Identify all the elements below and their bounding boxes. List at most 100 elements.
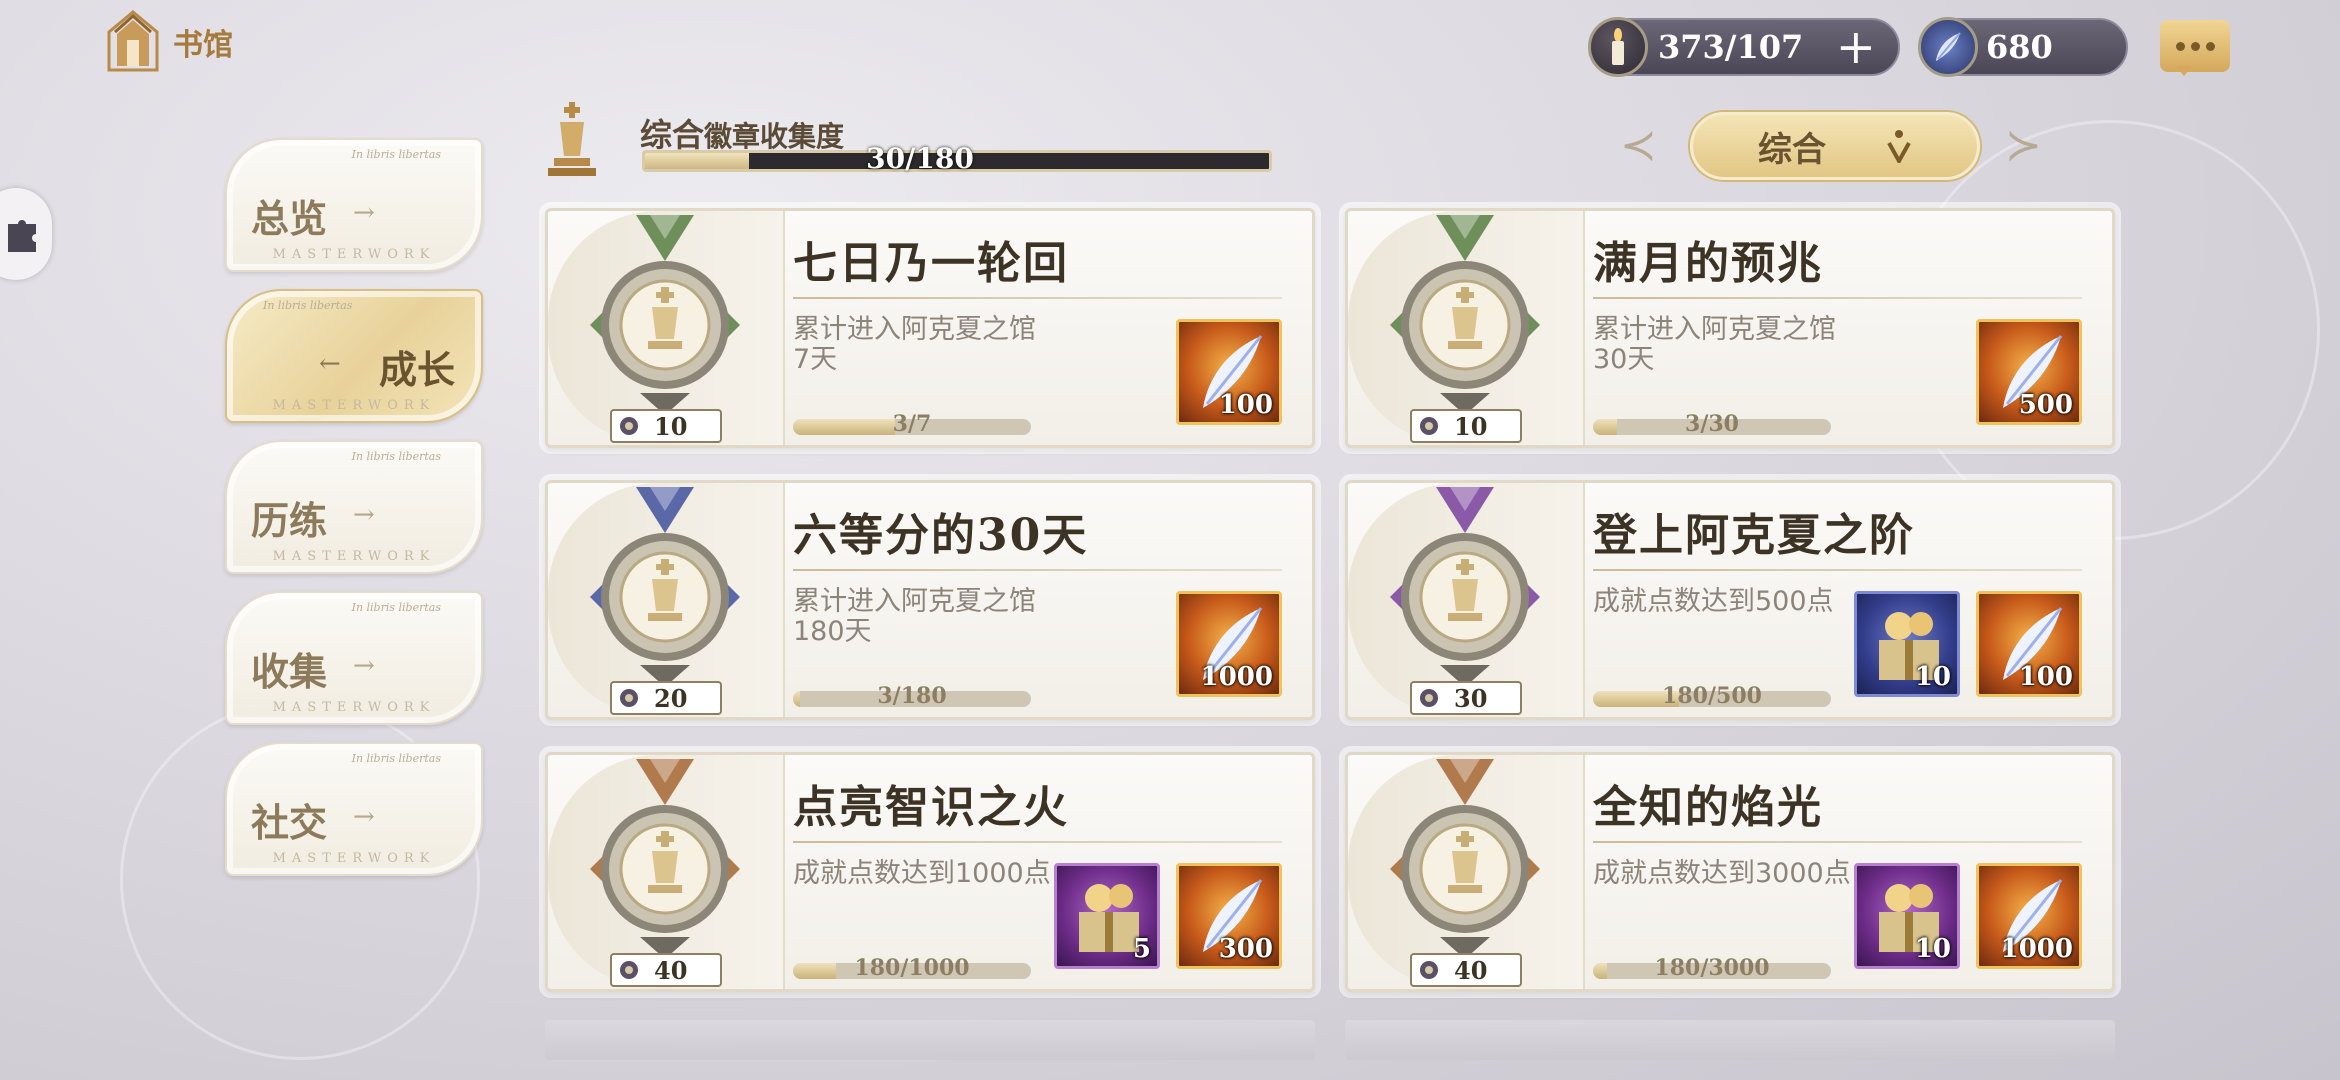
reward-item[interactable]: 500 (1976, 319, 2082, 425)
nav-item-overview[interactable]: In libris libertas 总览 → MASTERWORK (225, 138, 483, 272)
nav-tagline: In libris libertas (351, 148, 441, 161)
chat-button[interactable] (2160, 20, 2230, 76)
achievement-progress-text: 180/3000 (1654, 955, 1770, 981)
achievement-points: 30 (1410, 681, 1522, 715)
achievement-title: 满月的预兆 (1593, 238, 1823, 289)
reward-quantity: 300 (1218, 934, 1273, 964)
achievement-description: 成就点数达到500点 (1593, 586, 1834, 617)
achievement-points: 40 (610, 953, 722, 987)
nav-masterwork: MASTERWORK (272, 398, 436, 413)
achievement-card[interactable]: 10 七日乃一轮回 累计进入阿克夏之馆7天 3/7 100 (545, 208, 1315, 448)
nav-tagline: In libris libertas (263, 299, 353, 312)
medal-icon (1390, 215, 1540, 415)
achievement-card[interactable]: 10 满月的预兆 累计进入阿克夏之馆30天 3/30 500 (1345, 208, 2115, 448)
candle-count: 373/107 (1658, 28, 1804, 66)
nav-item-experience[interactable]: In libris libertas 历练 → MASTERWORK (225, 440, 483, 574)
achievement-card[interactable]: 20 六等分的30天 累计进入阿克夏之馆180天 3/180 1000 (545, 480, 1315, 720)
divider (793, 569, 1282, 571)
achievement-points-value: 40 (1454, 955, 1488, 985)
reward-item[interactable]: 100 (1176, 319, 1282, 425)
nav-masterwork: MASTERWORK (272, 549, 436, 564)
reward-quantity: 10 (1914, 934, 1951, 964)
side-puzzle-tab[interactable] (0, 188, 52, 280)
reward-quantity: 10 (1914, 662, 1951, 692)
point-icon (620, 961, 638, 979)
home-button[interactable]: 书馆 (105, 10, 233, 74)
divider (1593, 297, 2082, 299)
filter-dropdown[interactable]: 综合 (1690, 112, 1980, 180)
nav-masterwork: MASTERWORK (272, 851, 436, 866)
reward-item[interactable]: 1000 (1976, 863, 2082, 969)
nav-item-label: 历练 (251, 498, 328, 543)
achievement-title: 六等分的30天 (793, 510, 1089, 561)
achievement-points-value: 10 (1454, 411, 1488, 441)
achievement-title: 七日乃一轮回 (793, 238, 1069, 289)
nav-tagline: In libris libertas (351, 601, 441, 614)
puzzle-icon (8, 220, 36, 252)
achievement-title: 点亮智识之火 (793, 782, 1069, 833)
nav-item-label: 总览 (251, 196, 328, 241)
achievement-description: 累计进入阿克夏之馆7天 (793, 314, 1036, 375)
dot (2190, 41, 2200, 51)
reward-item[interactable]: 1000 (1176, 591, 1282, 697)
category-filter: ≺ 综合 ≻ (1620, 112, 2100, 180)
reward-item[interactable]: 100 (1976, 591, 2082, 697)
nav-item-collection[interactable]: In libris libertas 收集 → MASTERWORK (225, 591, 483, 725)
reward-item[interactable]: 300 (1176, 863, 1282, 969)
achievement-progress-text: 180/1000 (854, 955, 970, 981)
achievement-points-value: 40 (654, 955, 688, 985)
add-candle-button[interactable]: + (1836, 23, 1876, 71)
reward-item[interactable]: 10 (1854, 591, 1960, 697)
crystal-count: 680 (1986, 28, 2053, 66)
crystal-feather-icon (1918, 17, 1978, 77)
nav-masterwork: MASTERWORK (272, 247, 436, 262)
achievement-points-value: 10 (654, 411, 688, 441)
nav-tagline: In libris libertas (351, 450, 441, 463)
point-icon (620, 417, 638, 435)
point-icon (1420, 961, 1438, 979)
arrow-icon: ← (319, 349, 341, 379)
medal-icon (1390, 759, 1540, 959)
achievement-title: 登上阿克夏之阶 (1593, 510, 1915, 561)
dot (2205, 41, 2215, 51)
medal-icon (590, 759, 740, 959)
achievement-card[interactable]: 40 点亮智识之火 成就点数达到1000点 180/1000 5 300 (545, 752, 1315, 992)
achievement-description: 累计进入阿克夏之馆180天 (793, 586, 1036, 647)
collection-progress: 综合徽章收集度 30/180 (540, 100, 1300, 180)
divider (1593, 569, 2082, 571)
reward-quantity: 1000 (1200, 662, 1273, 692)
candle-resource[interactable]: 373/107 + (1588, 17, 1900, 77)
point-icon (620, 689, 638, 707)
prev-arrow-icon[interactable]: ≺ (1620, 120, 1657, 171)
achievement-description: 成就点数达到3000点 (1593, 858, 1851, 889)
next-card-peek (1345, 1020, 2115, 1060)
achievement-card[interactable]: 40 全知的焰光 成就点数达到3000点 180/3000 10 1000 (1345, 752, 2115, 992)
nav-item-label: 社交 (251, 800, 328, 845)
medal-icon (1390, 487, 1540, 687)
reward-item[interactable]: 10 (1854, 863, 1960, 969)
collection-progress-text: 30/180 (866, 142, 974, 175)
reward-item[interactable]: 5 (1054, 863, 1160, 969)
divider (793, 841, 1282, 843)
nav-item-label: 成长 (379, 347, 456, 392)
dropdown-icon (1887, 130, 1911, 163)
achievement-progress-text: 180/500 (1662, 683, 1762, 709)
achievement-points-value: 30 (1454, 683, 1488, 713)
achievement-progress-text: 3/180 (877, 683, 947, 709)
medal-icon (590, 487, 740, 687)
achievement-points: 10 (1410, 409, 1522, 443)
dot (2175, 41, 2185, 51)
achievement-card[interactable]: 30 登上阿克夏之阶 成就点数达到500点 180/500 10 100 (1345, 480, 2115, 720)
filter-label: 综合 (1758, 129, 1826, 170)
nav-item-social[interactable]: In libris libertas 社交 → MASTERWORK (225, 742, 483, 876)
achievement-description: 成就点数达到1000点 (793, 858, 1051, 889)
arrow-icon: → (353, 500, 375, 530)
nav-item-growth[interactable]: In libris libertas ← 成长 MASTERWORK (225, 289, 483, 423)
arrow-icon: → (353, 802, 375, 832)
arrow-icon: → (353, 651, 375, 681)
home-label: 书馆 (173, 28, 233, 63)
reward-quantity: 100 (2018, 662, 2073, 692)
next-arrow-icon[interactable]: ≻ (2005, 120, 2042, 171)
nav-item-label: 收集 (251, 649, 328, 694)
reward-quantity: 500 (2018, 390, 2073, 420)
